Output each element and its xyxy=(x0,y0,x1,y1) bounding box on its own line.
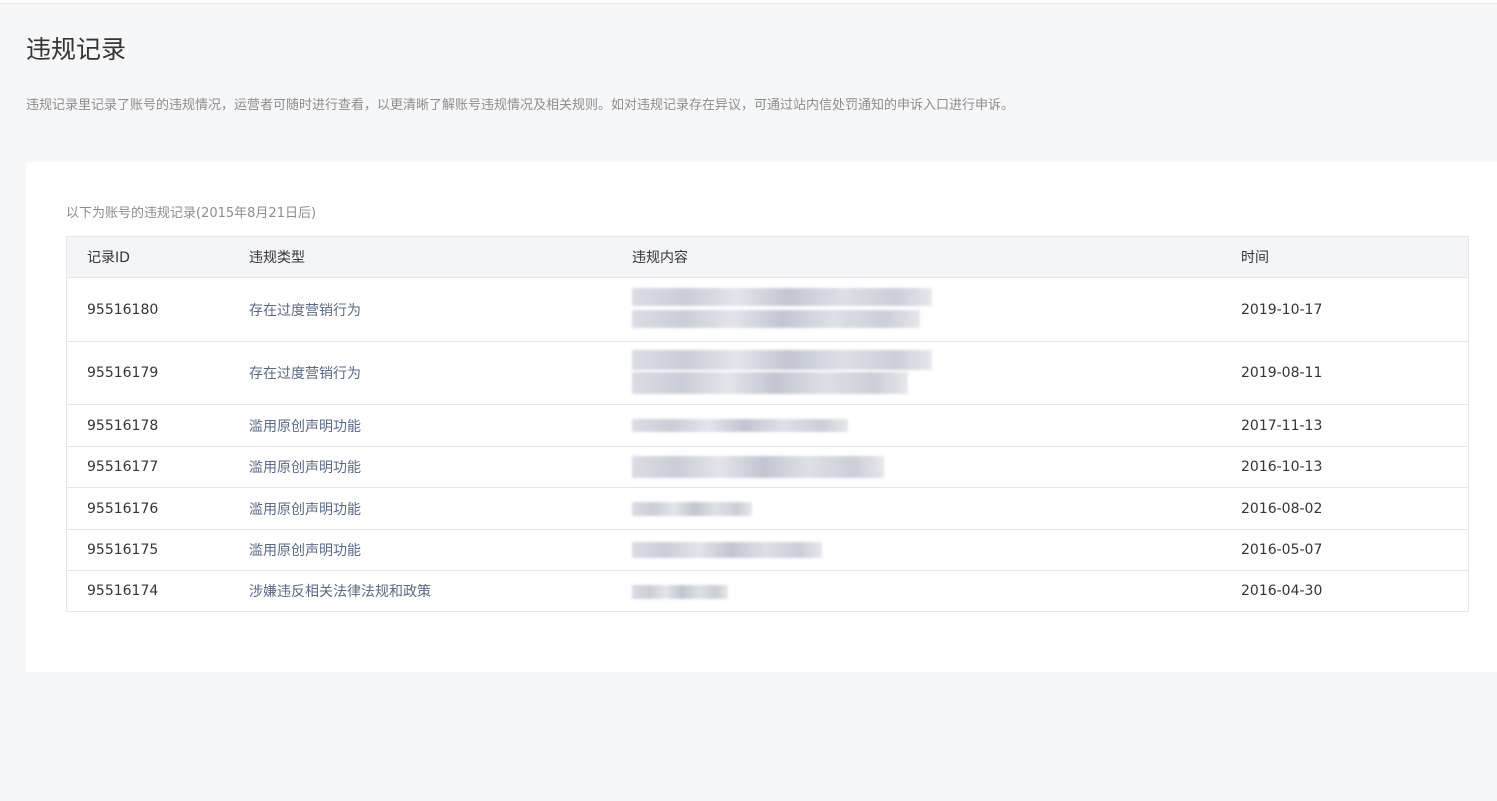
table-header: 记录ID 违规类型 违规内容 时间 xyxy=(67,237,1468,278)
table-row: 95516177 滥用原创声明功能 2016-10-13 xyxy=(67,447,1468,488)
violation-content-redacted xyxy=(632,447,1241,487)
records-caption: 以下为账号的违规记录(2015年8月21日后) xyxy=(66,206,317,221)
record-id: 95516176 xyxy=(87,500,159,517)
table-row: 95516174 涉嫌违反相关法律法规和政策 2016-04-30 xyxy=(67,571,1468,611)
record-id: 95516180 xyxy=(87,301,159,318)
record-id: 95516175 xyxy=(87,542,159,558)
top-divider xyxy=(0,0,1497,4)
table-row: 95516176 滥用原创声明功能 2016-08-02 xyxy=(67,488,1468,530)
violation-content-redacted xyxy=(632,488,1241,529)
table-row: 95516175 滥用原创声明功能 2016-05-07 xyxy=(67,530,1468,571)
violation-content-redacted xyxy=(632,278,1241,341)
header-id: 记录ID xyxy=(87,250,130,266)
record-time: 2016-05-07 xyxy=(1241,542,1323,558)
header-time: 时间 xyxy=(1241,250,1269,266)
record-time: 2016-04-30 xyxy=(1241,583,1323,599)
violation-type: 滥用原创声明功能 xyxy=(249,501,361,518)
records-card: 以下为账号的违规记录(2015年8月21日后) 记录ID 违规类型 违规内容 时… xyxy=(26,162,1497,672)
record-time: 2017-11-13 xyxy=(1241,417,1323,434)
table-row: 95516178 滥用原创声明功能 2017-11-13 xyxy=(67,405,1468,447)
violation-type: 滥用原创声明功能 xyxy=(249,460,361,476)
record-time: 2016-08-02 xyxy=(1241,500,1323,517)
violation-type: 涉嫌违反相关法律法规和政策 xyxy=(249,584,431,600)
page-description: 违规记录里记录了账号的违规情况，运营者可随时进行查看，以更清晰了解账号违规情况及… xyxy=(26,98,1015,113)
violation-content-redacted xyxy=(632,405,1241,446)
record-id: 95516178 xyxy=(87,417,159,434)
record-time: 2019-10-17 xyxy=(1241,301,1323,318)
violation-content-redacted xyxy=(632,530,1241,570)
header-content: 违规内容 xyxy=(632,250,688,266)
header-type: 违规类型 xyxy=(249,250,305,266)
record-id: 95516174 xyxy=(87,583,159,599)
record-time: 2016-10-13 xyxy=(1241,459,1323,475)
table-row: 95516180 存在过度营销行为 2019-10-17 xyxy=(67,278,1468,342)
record-id: 95516177 xyxy=(87,459,159,475)
violation-content-redacted xyxy=(632,342,1241,404)
violation-content-redacted xyxy=(632,571,1241,611)
table-row: 95516179 存在过度营销行为 2019-08-11 xyxy=(67,342,1468,405)
record-id: 95516179 xyxy=(87,365,159,381)
violation-type: 滥用原创声明功能 xyxy=(249,543,361,559)
record-time: 2019-08-11 xyxy=(1241,365,1323,381)
page-title: 违规记录 xyxy=(26,35,127,64)
violation-type: 存在过度营销行为 xyxy=(249,366,361,382)
violation-type: 滥用原创声明功能 xyxy=(249,418,361,435)
violation-table: 记录ID 违规类型 违规内容 时间 95516180 存在过度营销行为 2019… xyxy=(66,236,1469,612)
violation-type: 存在过度营销行为 xyxy=(249,302,361,319)
